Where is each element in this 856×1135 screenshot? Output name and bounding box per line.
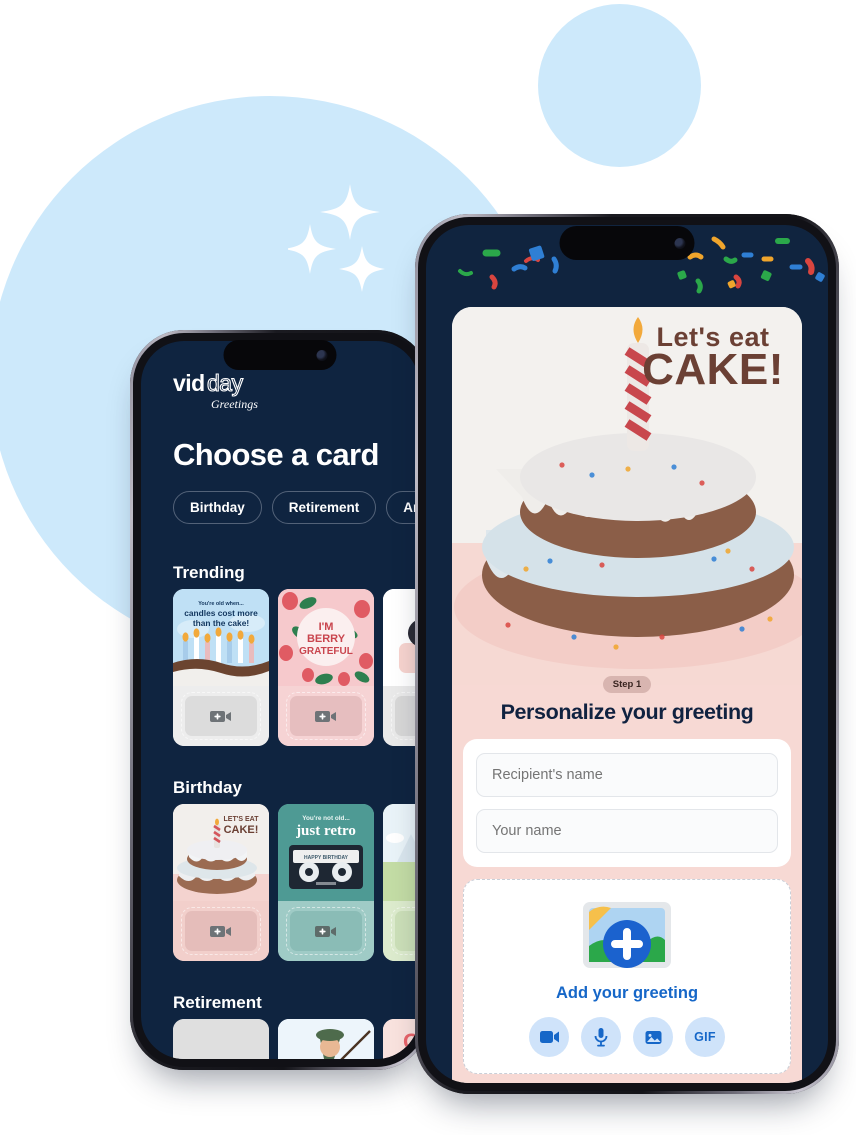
recipient-name-input[interactable] bbox=[476, 753, 778, 797]
card-old-retirement[interactable]: OLD bbox=[383, 1019, 419, 1059]
svg-text:candles cost more: candles cost more bbox=[184, 608, 258, 618]
card-art: You're old when... candles cost more tha… bbox=[173, 589, 269, 686]
card-art: OLD bbox=[383, 1019, 419, 1059]
chip-birthday[interactable]: Birthday bbox=[173, 491, 262, 524]
card-art: You're not old... just retro HAPPY BIRTH… bbox=[278, 804, 374, 901]
video-icon bbox=[539, 1031, 559, 1043]
media-type-buttons[interactable]: GIF bbox=[464, 1017, 790, 1057]
card-fishing-retirement[interactable] bbox=[278, 1019, 374, 1059]
sparkle-icon-group bbox=[288, 182, 428, 312]
card-art bbox=[173, 1019, 269, 1059]
svg-text:You're old when...: You're old when... bbox=[198, 601, 244, 607]
photo-button[interactable] bbox=[633, 1017, 673, 1057]
card-add-video-tray[interactable] bbox=[383, 686, 419, 746]
add-photo-icon bbox=[579, 900, 675, 974]
svg-text:than the cake!: than the cake! bbox=[193, 618, 249, 628]
svg-text:HAPPY BIRTHDAY: HAPPY BIRTHDAY bbox=[304, 855, 349, 861]
category-chip-row[interactable]: Birthday Retirement Anniversary bbox=[173, 491, 419, 524]
card-add-video-tray[interactable] bbox=[278, 686, 374, 746]
video-add-icon bbox=[210, 925, 231, 937]
card-singing[interactable] bbox=[383, 589, 419, 746]
vidday-logo: vid day Greetings bbox=[173, 369, 273, 415]
svg-text:You're not old...: You're not old... bbox=[302, 815, 350, 822]
card-art: LET'S EAT CAKE! bbox=[173, 804, 269, 901]
card-add-video-tray[interactable] bbox=[173, 901, 269, 961]
personalize-form bbox=[463, 739, 791, 867]
image-icon bbox=[645, 1030, 661, 1044]
add-greeting-label: Add your greeting bbox=[555, 984, 699, 1002]
card-lets-eat-cake[interactable]: LET'S EAT CAKE! bbox=[173, 804, 269, 961]
card-headline: Let's eat CAKE! bbox=[642, 322, 784, 394]
card-just-retro[interactable]: You're not old... just retro HAPPY BIRTH… bbox=[278, 804, 374, 961]
card-row-retirement[interactable]: OLD bbox=[173, 1019, 419, 1059]
svg-text:just retro: just retro bbox=[295, 823, 356, 839]
video-add-icon bbox=[210, 710, 231, 722]
video-add-icon bbox=[315, 925, 336, 937]
card-art bbox=[383, 589, 419, 686]
card-add-video-tray[interactable] bbox=[173, 686, 269, 746]
greeting-card-sheet: Let's eat CAKE! Step 1 Personalize your … bbox=[452, 307, 802, 1083]
section-title-trending: Trending bbox=[173, 563, 245, 582]
front-camera-icon bbox=[674, 237, 686, 249]
phone-left: vid day Greetings Choose a card Birthday… bbox=[130, 330, 430, 1070]
svg-text:BERRY: BERRY bbox=[307, 633, 346, 645]
microphone-icon bbox=[594, 1027, 608, 1046]
front-camera-icon bbox=[316, 349, 328, 361]
hero-illustration: vid day Greetings Choose a card Birthday… bbox=[0, 0, 856, 1135]
phone-left-screen: vid day Greetings Choose a card Birthday… bbox=[141, 341, 419, 1059]
section-title-birthday: Birthday bbox=[173, 778, 242, 797]
svg-text:vid: vid bbox=[173, 370, 205, 396]
section-title-retirement: Retirement bbox=[173, 993, 262, 1012]
card-preview-cake: Let's eat CAKE! bbox=[452, 307, 802, 685]
gif-button[interactable]: GIF bbox=[685, 1017, 725, 1057]
card-art: TREE- BIRT bbox=[383, 804, 419, 901]
card-candles-cost-more[interactable]: You're old when... candles cost more tha… bbox=[173, 589, 269, 746]
step-badge: Step 1 bbox=[602, 676, 652, 693]
card-im-berry-grateful[interactable]: I'M BERRY GRATEFUL bbox=[278, 589, 374, 746]
svg-text:Greetings: Greetings bbox=[211, 397, 258, 411]
phone-right-screen: Let's eat CAKE! Step 1 Personalize your … bbox=[426, 225, 828, 1083]
audio-button[interactable] bbox=[581, 1017, 621, 1057]
svg-text:LET'S EAT: LET'S EAT bbox=[224, 816, 260, 823]
card-tree-rific-birthday[interactable]: TREE- BIRT bbox=[383, 804, 419, 961]
video-button[interactable] bbox=[529, 1017, 569, 1057]
svg-text:day: day bbox=[207, 370, 244, 396]
card-art bbox=[278, 1019, 374, 1059]
video-add-icon bbox=[315, 710, 336, 722]
svg-text:I'M: I'M bbox=[319, 621, 334, 633]
page-title: Choose a card bbox=[173, 437, 379, 472]
gif-label: GIF bbox=[694, 1030, 716, 1044]
card-row-trending[interactable]: You're old when... candles cost more tha… bbox=[173, 589, 419, 746]
card-retirement-1[interactable] bbox=[173, 1019, 269, 1059]
sender-name-input[interactable] bbox=[476, 809, 778, 853]
section-heading: Personalize your greeting bbox=[500, 700, 754, 724]
card-add-video-tray[interactable] bbox=[383, 901, 419, 961]
chip-retirement[interactable]: Retirement bbox=[271, 491, 377, 524]
card-row-birthday[interactable]: LET'S EAT CAKE! You're not old... just r… bbox=[173, 804, 419, 961]
dynamic-island-left bbox=[223, 340, 337, 370]
card-art: I'M BERRY GRATEFUL bbox=[278, 589, 374, 686]
phone-right: Let's eat CAKE! Step 1 Personalize your … bbox=[415, 214, 839, 1094]
svg-text:GRATEFUL: GRATEFUL bbox=[299, 646, 353, 657]
dynamic-island-right bbox=[559, 226, 695, 260]
personalize-panel: Step 1 Personalize your greeting Recipie… bbox=[452, 676, 802, 1083]
card-add-video-tray[interactable] bbox=[278, 901, 374, 961]
add-greeting-dropzone[interactable]: Add your greeting GIF bbox=[463, 879, 791, 1074]
background-circle-small bbox=[538, 4, 701, 167]
svg-text:CAKE!: CAKE! bbox=[224, 824, 259, 836]
